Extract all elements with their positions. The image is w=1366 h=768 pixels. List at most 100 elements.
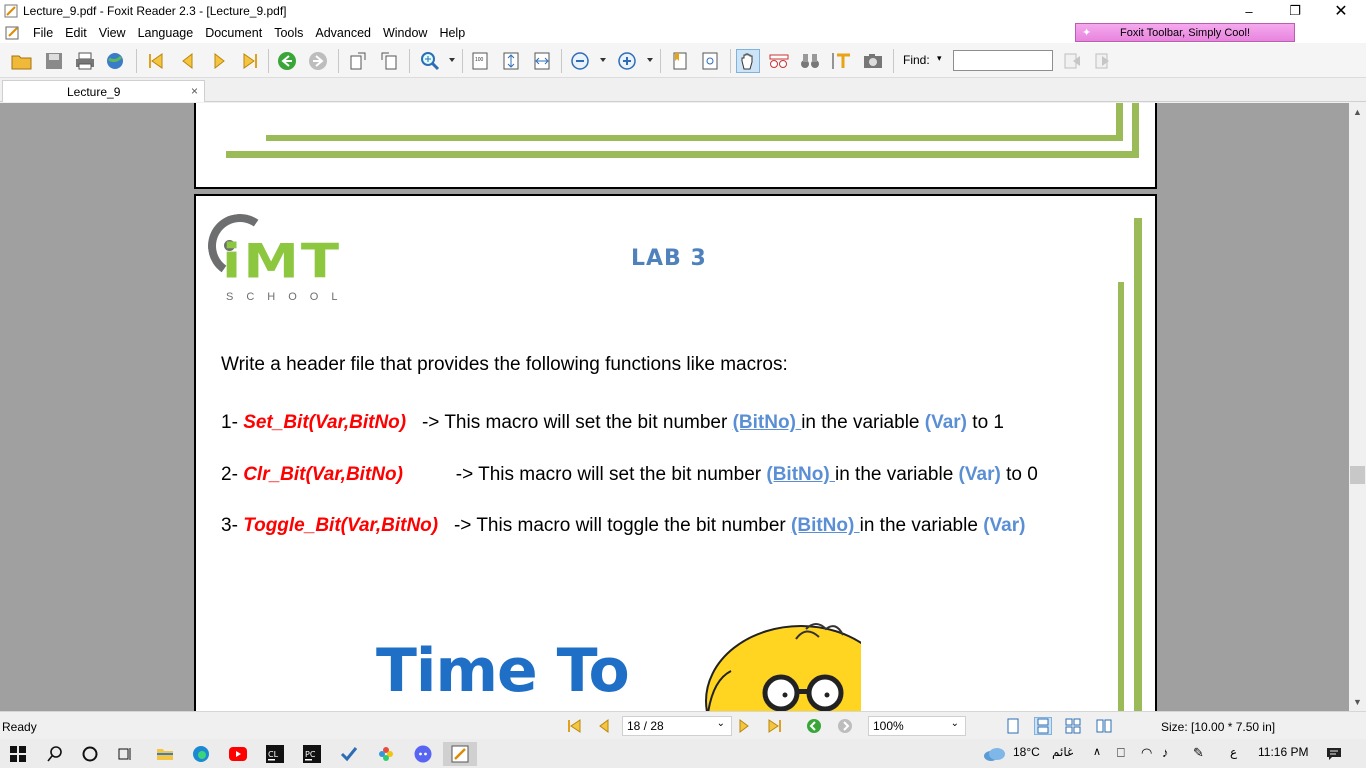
weather-temp[interactable]: 18°C <box>1013 745 1040 759</box>
zoom-out-dropdown-icon[interactable] <box>600 58 606 62</box>
go-back-button[interactable] <box>275 49 299 73</box>
go-forward-button[interactable] <box>306 49 330 73</box>
rotate-ccw-button[interactable] <box>346 49 370 73</box>
actual-size-button[interactable]: 100 <box>468 49 492 73</box>
page-number-field[interactable]: 18 / 28 ⌄ <box>622 716 732 736</box>
task-view-button[interactable] <box>113 742 137 766</box>
clion-button[interactable]: CL <box>263 742 287 766</box>
vertical-scrollbar[interactable]: ▲ ▼ <box>1349 103 1366 711</box>
clock[interactable]: 11:16 PM <box>1258 745 1308 759</box>
zoom-out-button[interactable] <box>568 49 592 73</box>
pycharm-button[interactable]: PC <box>300 742 324 766</box>
save-button[interactable] <box>42 49 66 73</box>
next-page-button[interactable] <box>207 49 231 73</box>
menu-tools[interactable]: Tools <box>268 26 309 40</box>
status-next-page-button[interactable] <box>735 717 753 735</box>
document-viewport[interactable]: iMT SCHOOL LAB 3 Write a header file tha… <box>0 103 1349 711</box>
fit-width-button[interactable] <box>530 49 554 73</box>
scrollbar-thumb[interactable] <box>1350 466 1365 484</box>
tab-lecture-9[interactable]: Lecture_9 × <box>2 80 205 102</box>
scroll-up-icon[interactable]: ▲ <box>1353 107 1362 117</box>
first-page-button[interactable] <box>144 49 168 73</box>
menu-window[interactable]: Window <box>377 26 433 40</box>
print-button[interactable] <box>73 49 97 73</box>
zoom-dropdown-icon[interactable] <box>449 58 455 62</box>
continuous-view-button[interactable] <box>1034 717 1052 735</box>
volume-icon[interactable]: ♪ <box>1162 745 1169 760</box>
start-button[interactable] <box>6 742 30 766</box>
green-border-line <box>226 151 1139 158</box>
page-number-value: 18 / 28 <box>627 719 664 733</box>
menu-view[interactable]: View <box>93 26 132 40</box>
rotate-cw-button[interactable] <box>377 49 401 73</box>
find-previous-button[interactable] <box>1060 49 1084 73</box>
find-tool-button[interactable] <box>798 49 822 73</box>
cortana-button[interactable] <box>78 742 102 766</box>
find-next-button[interactable] <box>1091 49 1115 73</box>
open-button[interactable] <box>10 49 34 73</box>
facing-view-button[interactable] <box>1064 717 1082 735</box>
hand-tool-button[interactable] <box>736 49 760 73</box>
tray-battery-icon[interactable]: ⎕ <box>1117 745 1125 761</box>
find-options-dropdown[interactable]: ▾ <box>937 53 942 64</box>
fit-page-button[interactable] <box>499 49 523 73</box>
discord-button[interactable] <box>411 742 435 766</box>
fit-page-icon <box>503 52 519 70</box>
bookmark-button[interactable] <box>667 49 691 73</box>
edge-button[interactable] <box>189 742 213 766</box>
menu-help[interactable]: Help <box>433 26 471 40</box>
green-border-line <box>266 135 1123 141</box>
photos-button[interactable] <box>374 742 398 766</box>
file-explorer-button[interactable] <box>153 742 177 766</box>
last-page-button[interactable] <box>238 49 262 73</box>
menu-file[interactable]: File <box>27 26 59 40</box>
tab-close-icon[interactable]: × <box>191 84 198 98</box>
page-dropdown-icon[interactable]: ⌄ <box>717 718 725 729</box>
status-first-page-button[interactable] <box>565 717 583 735</box>
weather-widget[interactable] <box>980 742 1008 766</box>
previous-page-button[interactable] <box>176 49 200 73</box>
minimize-button[interactable]: – <box>1226 0 1272 22</box>
input-language[interactable]: ع <box>1230 745 1237 759</box>
youtube-button[interactable] <box>226 742 250 766</box>
tray-chevron-icon[interactable]: ∧ <box>1093 745 1101 758</box>
zoom-in-tool-button[interactable] <box>418 49 442 73</box>
zoom-in-button[interactable] <box>615 49 639 73</box>
restore-button[interactable]: ❐ <box>1272 0 1318 22</box>
wifi-icon[interactable]: ◠ <box>1141 745 1152 761</box>
menu-advanced[interactable]: Advanced <box>309 26 377 40</box>
web-button[interactable] <box>104 49 128 73</box>
menu-document[interactable]: Document <box>199 26 268 40</box>
search-button[interactable] <box>43 742 67 766</box>
close-window-button[interactable]: ✕ <box>1318 0 1364 22</box>
status-prev-page-button[interactable] <box>595 717 613 735</box>
menu-language[interactable]: Language <box>132 26 200 40</box>
pen-icon[interactable]: ✎ <box>1193 745 1204 761</box>
weather-desc[interactable]: غائم <box>1052 745 1073 759</box>
foxit-toolbar-promo[interactable]: ✦ Foxit Toolbar, Simply Cool! <box>1075 23 1295 42</box>
two-pages-icon <box>1096 719 1112 733</box>
menu-edit[interactable]: Edit <box>59 26 93 40</box>
snapshot-button[interactable] <box>861 49 885 73</box>
cartoon-character-image <box>705 623 861 711</box>
status-forward-button[interactable] <box>836 717 854 735</box>
todo-button[interactable] <box>337 742 361 766</box>
select-text-button[interactable] <box>830 49 854 73</box>
thumbnail-button[interactable] <box>698 49 722 73</box>
find-input[interactable] <box>953 50 1053 71</box>
notifications-button[interactable] <box>1322 742 1346 766</box>
line-number: 3- <box>221 515 244 536</box>
zoom-level-field[interactable]: 100% ⌄ <box>868 716 966 736</box>
status-last-page-button[interactable] <box>766 717 784 735</box>
status-back-button[interactable] <box>805 717 823 735</box>
foxit-reader-taskbar-button[interactable] <box>443 742 477 766</box>
two-page-view-button[interactable] <box>1095 717 1113 735</box>
document-menu-icon[interactable] <box>5 26 21 40</box>
zoom-in-dropdown-icon[interactable] <box>647 58 653 62</box>
single-page-icon <box>1007 718 1019 734</box>
zoom-dropdown-icon[interactable]: ⌄ <box>951 718 959 729</box>
scroll-down-icon[interactable]: ▼ <box>1353 697 1362 707</box>
annotate-button[interactable] <box>767 49 791 73</box>
single-page-view-button[interactable] <box>1004 717 1022 735</box>
